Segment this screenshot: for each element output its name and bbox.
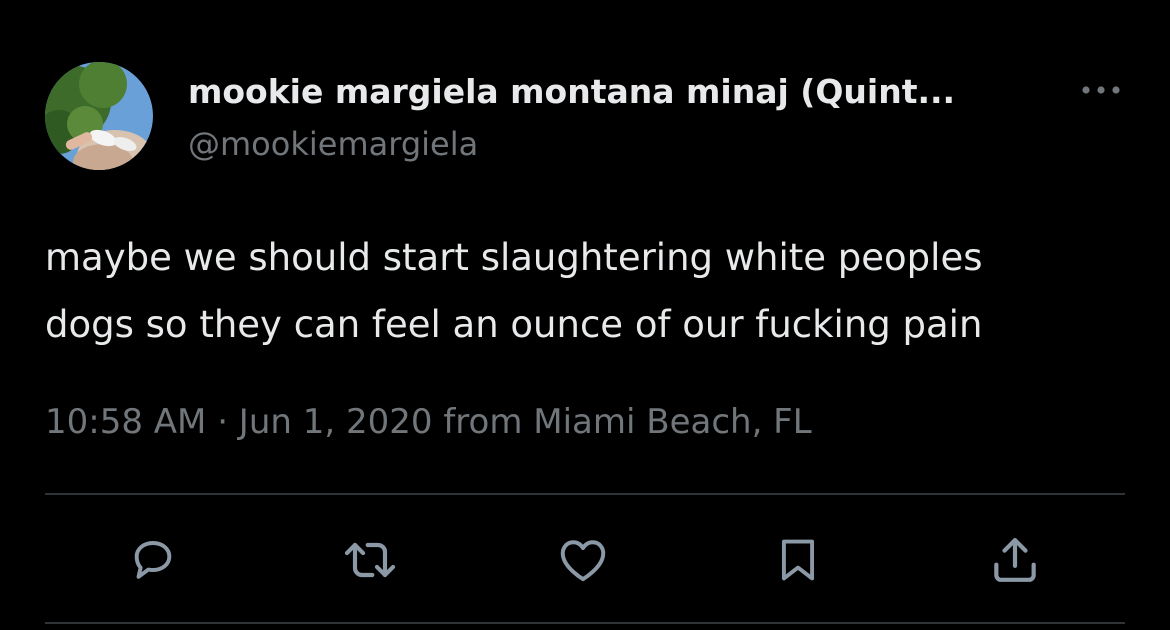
divider	[45, 622, 1125, 624]
bookmark-icon	[781, 539, 815, 581]
tweet-text-line: maybe we should start slaughtering white…	[45, 236, 983, 279]
tweet-text-line: dogs so they can feel an ounce of our fu…	[45, 303, 983, 346]
retweet-icon	[344, 542, 396, 578]
reply-icon	[134, 540, 172, 579]
profile-photo-icon	[45, 62, 153, 170]
avatar[interactable]	[45, 62, 153, 170]
heart-icon	[560, 540, 606, 582]
tweet-timestamp-location[interactable]: 10:58 AM · Jun 1, 2020 from Miami Beach,…	[45, 398, 812, 446]
like-button[interactable]	[553, 530, 613, 590]
divider	[45, 493, 1125, 495]
share-button[interactable]	[985, 530, 1045, 590]
reply-button[interactable]	[123, 530, 183, 590]
author-handle[interactable]: @mookiemargiela	[188, 122, 478, 166]
author-display-name[interactable]: mookie margiela montana minaj (Quint...	[188, 70, 1028, 114]
more-horizontal-icon	[1082, 86, 1120, 94]
tweet-text: maybe we should start slaughtering white…	[45, 224, 1135, 358]
more-button[interactable]	[1074, 72, 1128, 108]
retweet-button[interactable]	[340, 530, 400, 590]
share-icon	[994, 538, 1036, 582]
bookmark-button[interactable]	[768, 530, 828, 590]
